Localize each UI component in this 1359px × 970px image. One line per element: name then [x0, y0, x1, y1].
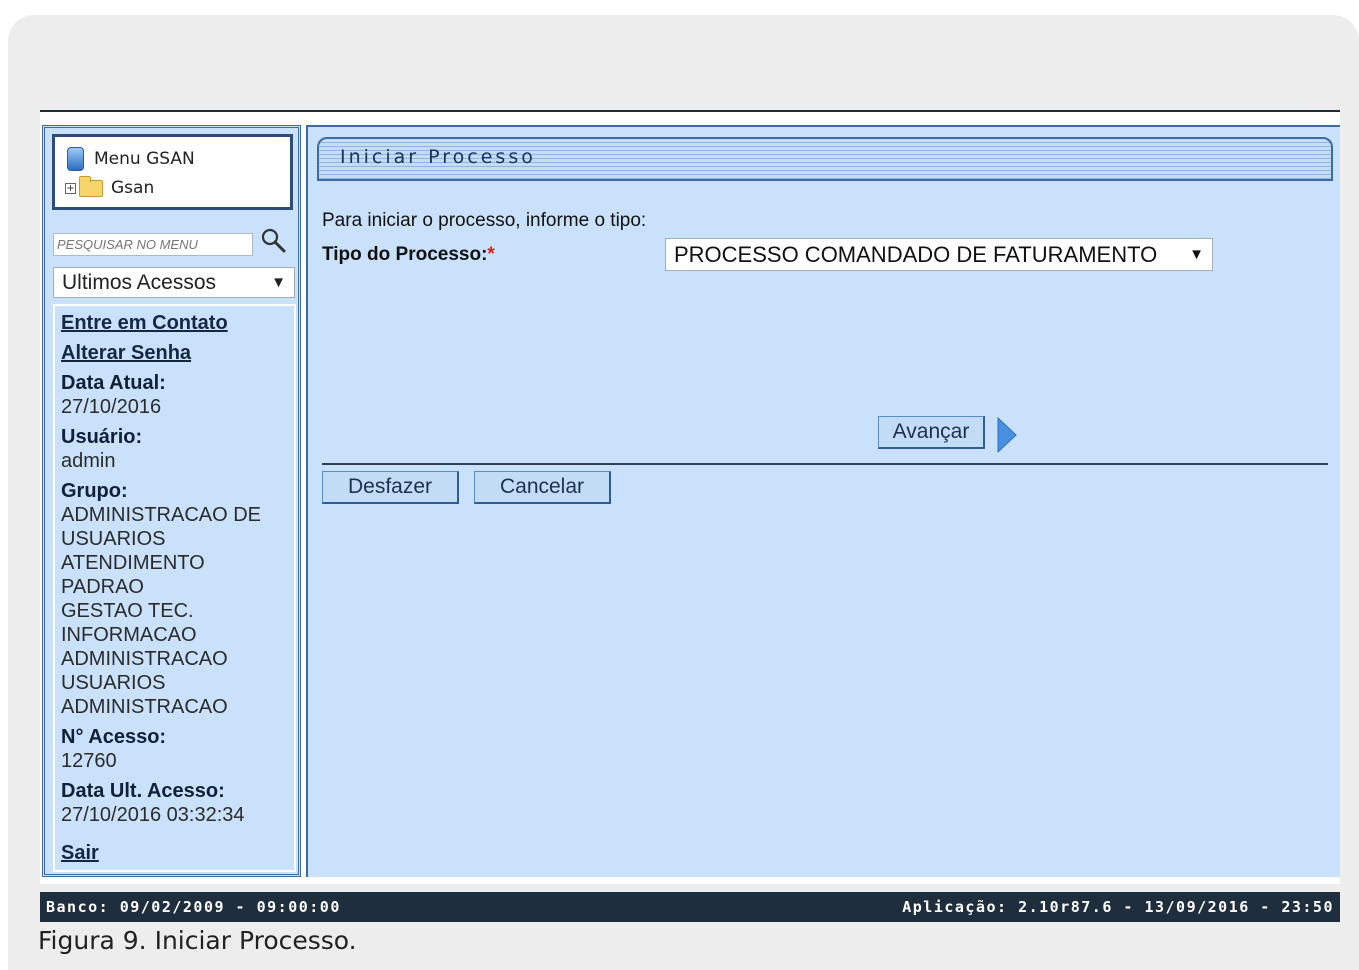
page-title: Iniciar Processo — [317, 137, 1333, 181]
group-label: Grupo: — [61, 480, 128, 502]
figure-caption: Figura 9. Iniciar Processo. — [38, 926, 357, 955]
form-separator — [322, 463, 1328, 465]
group-line: ATENDIMENTO — [61, 552, 205, 574]
process-type-label-text: Tipo do Processo: — [322, 244, 488, 265]
tree-item-label: Gsan — [111, 178, 155, 198]
user-info-panel: Entre em Contato Alterar Senha Data Atua… — [53, 304, 296, 872]
date-label: Data Atual: — [61, 372, 166, 394]
arrow-right-icon[interactable] — [997, 417, 1017, 453]
contact-link[interactable]: Entre em Contato — [61, 311, 288, 335]
tree-item-gsan[interactable]: + Gsan — [65, 175, 155, 198]
menu-title: Menu GSAN — [94, 149, 195, 169]
group-line: PADRAO — [61, 576, 144, 598]
group-line: USUARIOS — [61, 528, 166, 550]
chevron-down-icon: ▼ — [271, 274, 286, 291]
change-password-link[interactable]: Alterar Senha — [61, 341, 288, 365]
last-access-label: Data Ult. Acesso: — [61, 780, 225, 802]
recent-access-select[interactable]: Ultimos Acessos ▼ — [53, 267, 295, 298]
undo-button[interactable]: Desfazer — [322, 471, 459, 504]
application-version: Aplicação: 2.10r87.6 - 13/09/2016 - 23:5… — [902, 898, 1334, 916]
next-button[interactable]: Avançar — [878, 416, 985, 449]
group-line: GESTAO TEC. — [61, 600, 194, 622]
plus-box-icon[interactable]: + — [65, 182, 76, 194]
process-type-label: Tipo do Processo:* — [322, 244, 495, 266]
date-value: 27/10/2016 — [61, 396, 162, 418]
group-line: ADMINISTRACAO — [61, 648, 228, 670]
group-line: ADMINISTRACAO — [61, 696, 228, 718]
intro-text: Para iniciar o processo, informe o tipo: — [322, 210, 647, 231]
logout-link[interactable]: Sair — [61, 841, 288, 865]
menu-title-row[interactable]: Menu GSAN — [67, 147, 195, 171]
user-label: Usuário: — [61, 426, 143, 448]
required-mark: * — [487, 244, 495, 265]
folder-icon — [79, 175, 103, 197]
group-line: INFORMACAO — [61, 624, 197, 646]
last-access-value: 27/10/2016 03:32:34 — [61, 804, 245, 826]
cancel-button[interactable]: Cancelar — [474, 471, 611, 504]
app-window: Menu GSAN + Gsan Ultimos Acessos ▼ Entre… — [40, 122, 1340, 884]
database-icon — [67, 147, 84, 171]
chevron-down-icon: ▼ — [1189, 246, 1204, 263]
status-bar: Banco: 09/02/2009 - 09:00:00 Aplicação: … — [40, 892, 1340, 922]
main-panel: Iniciar Processo Para iniciar o processo… — [306, 125, 1340, 877]
access-number-label: N° Acesso: — [61, 726, 167, 748]
sidebar: Menu GSAN + Gsan Ultimos Acessos ▼ Entre… — [42, 125, 301, 877]
process-type-value: PROCESSO COMANDADO DE FATURAMENTO — [674, 241, 1158, 267]
access-number-value: 12760 — [61, 750, 117, 772]
menu-search-input[interactable] — [53, 233, 253, 256]
recent-access-value: Ultimos Acessos — [62, 270, 217, 294]
user-value: admin — [61, 450, 116, 472]
group-line: USUARIOS — [61, 672, 166, 694]
process-type-select[interactable]: PROCESSO COMANDADO DE FATURAMENTO ▼ — [665, 238, 1213, 271]
top-band — [40, 112, 1340, 122]
group-line: ADMINISTRACAO DE — [61, 504, 262, 526]
menu-tree-box: Menu GSAN + Gsan — [52, 134, 293, 210]
database-date: Banco: 09/02/2009 - 09:00:00 — [46, 898, 341, 916]
magnifier-icon[interactable] — [259, 226, 287, 254]
